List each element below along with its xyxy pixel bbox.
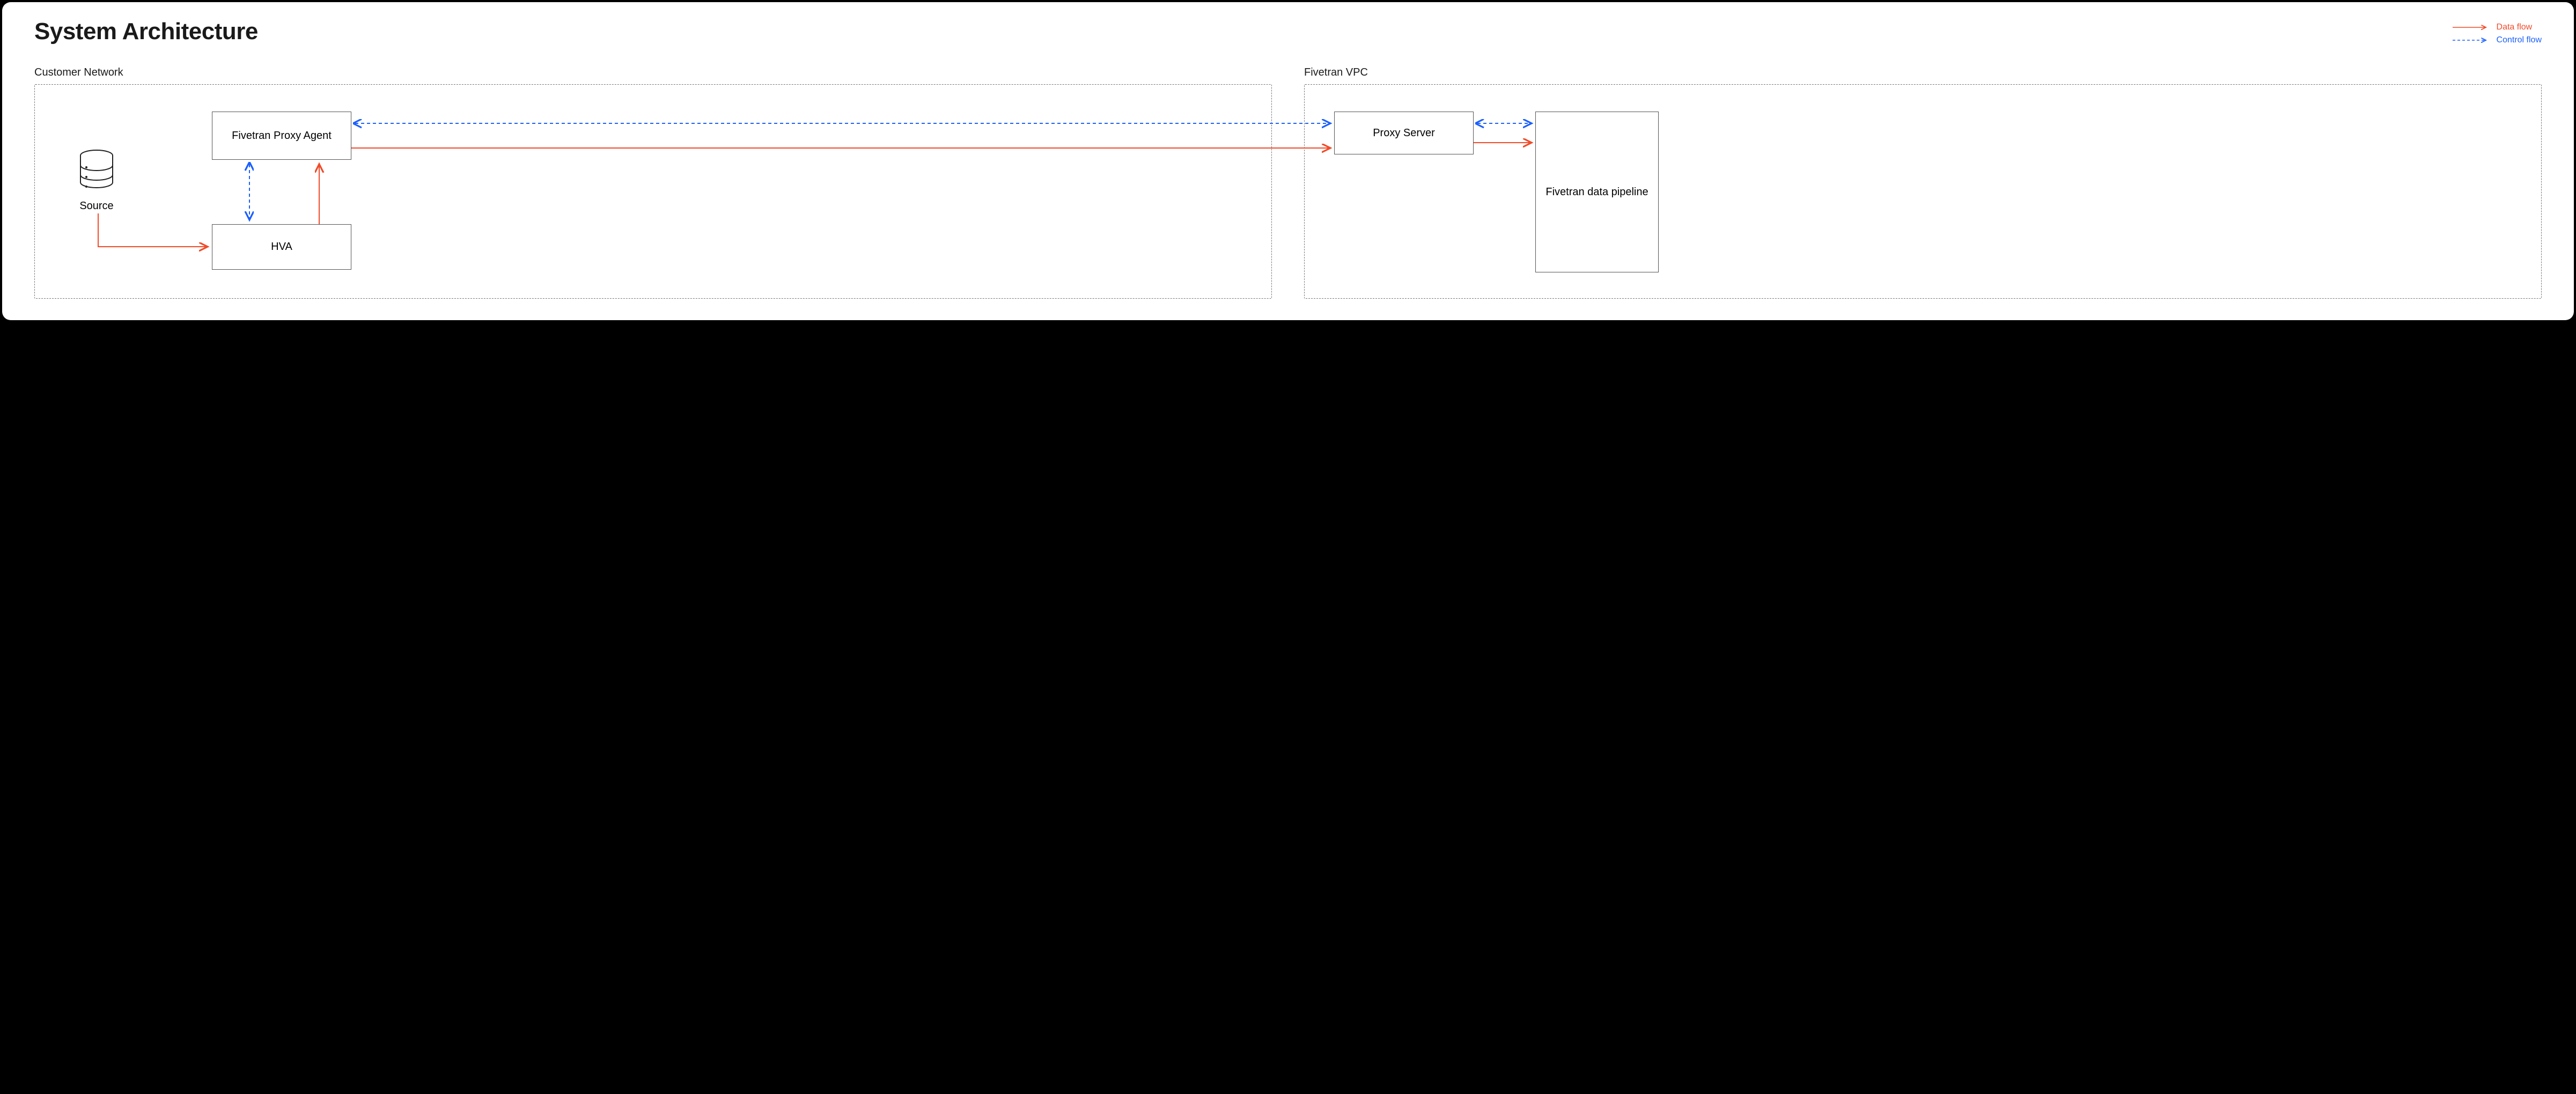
- legend-control-flow-label: Control flow: [2497, 35, 2542, 45]
- node-proxy-agent-label: Fivetran Proxy Agent: [232, 130, 332, 142]
- legend-data-flow-line: [2453, 25, 2490, 30]
- zone-customer-wrap: Customer Network Source Fivetran Proxy A…: [34, 66, 1272, 299]
- legend-data-flow-label: Data flow: [2497, 23, 2533, 32]
- node-proxy-server-label: Proxy Server: [1373, 127, 1435, 139]
- legend-control-flow: Control flow: [2453, 35, 2542, 45]
- node-proxy-server: Proxy Server: [1334, 112, 1474, 154]
- legend-data-flow: Data flow: [2453, 23, 2542, 32]
- edge-source-to-hva: [98, 213, 208, 247]
- node-source-label: Source: [72, 200, 121, 212]
- node-hva-label: HVA: [271, 241, 292, 253]
- diagram-card: System Architecture Data flow: [2, 2, 2574, 320]
- zone-customer-title: Customer Network: [34, 66, 1272, 79]
- database-icon: [78, 149, 115, 195]
- zone-vpc-wrap: Fivetran VPC Proxy Server Fivetran data …: [1304, 66, 2542, 299]
- zone-customer: Source Fivetran Proxy Agent HVA: [34, 84, 1272, 299]
- legend-control-flow-line: [2453, 38, 2490, 43]
- node-proxy-agent: Fivetran Proxy Agent: [212, 112, 351, 160]
- node-pipeline-label: Fivetran data pipeline: [1545, 186, 1648, 198]
- legend: Data flow Control flow: [2453, 23, 2542, 45]
- node-hva: HVA: [212, 224, 351, 270]
- zone-vpc: Proxy Server Fivetran data pipeline: [1304, 84, 2542, 299]
- diagram-title: System Architecture: [34, 18, 258, 45]
- zone-vpc-title: Fivetran VPC: [1304, 66, 2542, 79]
- node-pipeline: Fivetran data pipeline: [1535, 112, 1659, 272]
- zones-row: Customer Network Source Fivetran Proxy A…: [34, 66, 2542, 299]
